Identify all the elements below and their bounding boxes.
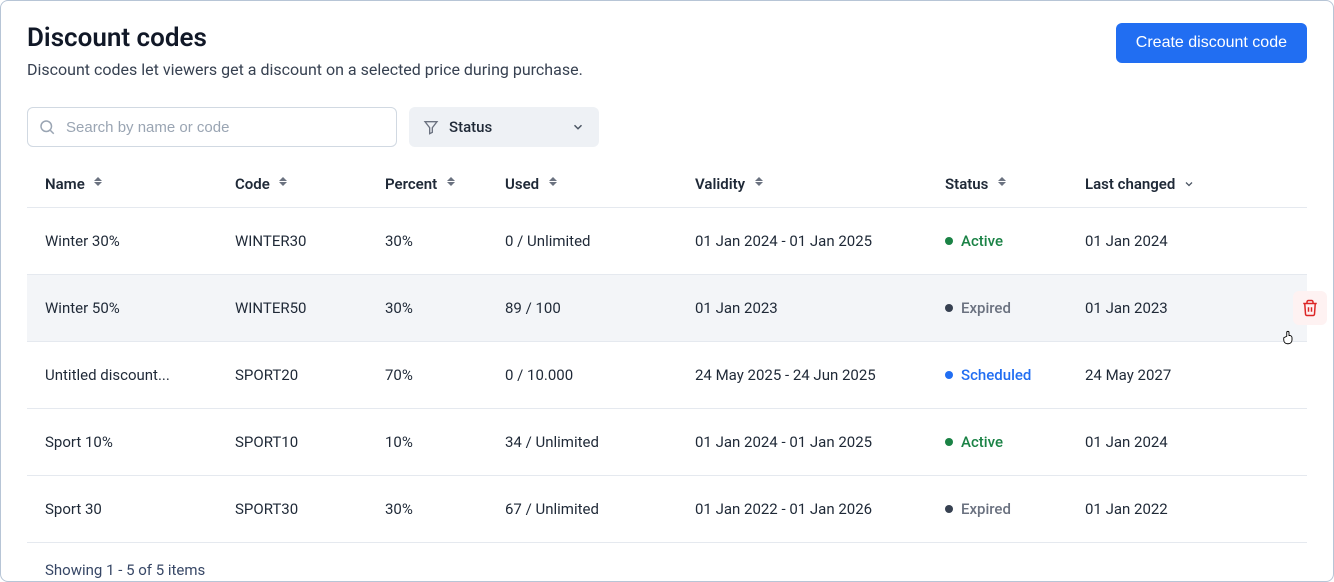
col-validity[interactable]: Validity [695, 175, 945, 193]
cell-status: Active [945, 232, 1085, 250]
col-percent[interactable]: Percent [385, 175, 505, 193]
sort-icon [547, 177, 558, 191]
table-row[interactable]: Winter 50% WINTER50 30% 89 / 100 01 Jan … [27, 275, 1307, 342]
table-footer: Showing 1 - 5 of 5 items [27, 543, 1307, 579]
cell-percent: 70% [385, 366, 505, 384]
search-input[interactable] [27, 107, 397, 147]
cell-code: SPORT30 [235, 500, 385, 518]
cell-used: 34 / Unlimited [505, 433, 695, 451]
cell-used: 67 / Unlimited [505, 500, 695, 518]
status-text: Expired [961, 299, 1011, 317]
filter-icon [423, 119, 439, 135]
cell-used: 0 / 10.000 [505, 366, 695, 384]
cell-actions [1255, 358, 1327, 392]
status-dot-icon [945, 304, 953, 312]
status-text: Expired [961, 500, 1011, 518]
sort-icon [445, 177, 456, 191]
cell-code: SPORT10 [235, 433, 385, 451]
chevron-down-icon [1183, 178, 1195, 190]
header-text: Discount codes Discount codes let viewer… [27, 23, 583, 79]
status-dot-icon [945, 371, 953, 379]
status-text: Scheduled [961, 366, 1031, 384]
col-used[interactable]: Used [505, 175, 695, 193]
search-wrap [27, 107, 397, 147]
table-row[interactable]: Sport 10% SPORT10 10% 34 / Unlimited 01 … [27, 409, 1307, 476]
cell-last-changed: 01 Jan 2023 [1085, 299, 1255, 317]
cell-actions [1255, 224, 1327, 258]
cell-actions [1255, 492, 1327, 526]
status-dot-icon [945, 505, 953, 513]
search-icon [38, 118, 56, 136]
cell-last-changed: 24 May 2027 [1085, 366, 1255, 384]
cell-validity: 01 Jan 2024 - 01 Jan 2025 [695, 433, 945, 451]
table-row[interactable]: Winter 30% WINTER30 30% 0 / Unlimited 01… [27, 208, 1307, 275]
page-subtitle: Discount codes let viewers get a discoun… [27, 60, 583, 79]
sort-icon [996, 177, 1007, 191]
cell-status: Expired [945, 299, 1085, 317]
filters-row: Status [27, 107, 1307, 147]
page-title: Discount codes [27, 23, 583, 54]
cell-percent: 30% [385, 232, 505, 250]
cell-status: Active [945, 433, 1085, 451]
cell-name: Winter 50% [45, 299, 235, 317]
cell-percent: 10% [385, 433, 505, 451]
cell-validity: 01 Jan 2024 - 01 Jan 2025 [695, 232, 945, 250]
cell-name: Sport 10% [45, 433, 235, 451]
col-code[interactable]: Code [235, 175, 385, 193]
cell-validity: 01 Jan 2022 - 01 Jan 2026 [695, 500, 945, 518]
table-row[interactable]: Untitled discount... SPORT20 70% 0 / 10.… [27, 342, 1307, 409]
header-row: Discount codes Discount codes let viewer… [27, 23, 1307, 79]
page-container: Discount codes Discount codes let viewer… [0, 0, 1334, 582]
status-filter-label: Status [449, 118, 492, 136]
status-dot-icon [945, 237, 953, 245]
cell-last-changed: 01 Jan 2024 [1085, 433, 1255, 451]
cell-validity: 01 Jan 2023 [695, 299, 945, 317]
delete-button[interactable] [1293, 291, 1327, 325]
cell-code: SPORT20 [235, 366, 385, 384]
cell-status: Scheduled [945, 366, 1085, 384]
create-discount-button[interactable]: Create discount code [1116, 23, 1307, 63]
cell-actions [1255, 425, 1327, 459]
cell-name: Untitled discount... [45, 366, 235, 384]
col-last-changed[interactable]: Last changed [1085, 175, 1255, 193]
status-text: Active [961, 433, 1003, 451]
trash-icon [1301, 299, 1319, 317]
table-row[interactable]: Sport 30 SPORT30 30% 67 / Unlimited 01 J… [27, 476, 1307, 543]
status-dot-icon [945, 438, 953, 446]
status-filter-button[interactable]: Status [409, 107, 599, 147]
cell-percent: 30% [385, 299, 505, 317]
cell-code: WINTER30 [235, 232, 385, 250]
col-name[interactable]: Name [45, 175, 235, 193]
cell-actions [1255, 291, 1327, 325]
cell-last-changed: 01 Jan 2022 [1085, 500, 1255, 518]
cell-used: 89 / 100 [505, 299, 695, 317]
cell-name: Sport 30 [45, 500, 235, 518]
cell-used: 0 / Unlimited [505, 232, 695, 250]
sort-icon [278, 177, 289, 191]
cell-name: Winter 30% [45, 232, 235, 250]
chevron-down-icon [571, 120, 585, 134]
sort-icon [93, 177, 104, 191]
table-header: Name Code Percent Used Validity Status L… [27, 175, 1307, 208]
discount-table: Name Code Percent Used Validity Status L… [27, 175, 1307, 543]
cell-status: Expired [945, 500, 1085, 518]
col-status[interactable]: Status [945, 175, 1085, 193]
sort-icon [753, 177, 764, 191]
cell-last-changed: 01 Jan 2024 [1085, 232, 1255, 250]
cell-code: WINTER50 [235, 299, 385, 317]
status-text: Active [961, 232, 1003, 250]
cell-percent: 30% [385, 500, 505, 518]
table-body: Winter 30% WINTER30 30% 0 / Unlimited 01… [27, 208, 1307, 543]
cell-validity: 24 May 2025 - 24 Jun 2025 [695, 366, 945, 384]
